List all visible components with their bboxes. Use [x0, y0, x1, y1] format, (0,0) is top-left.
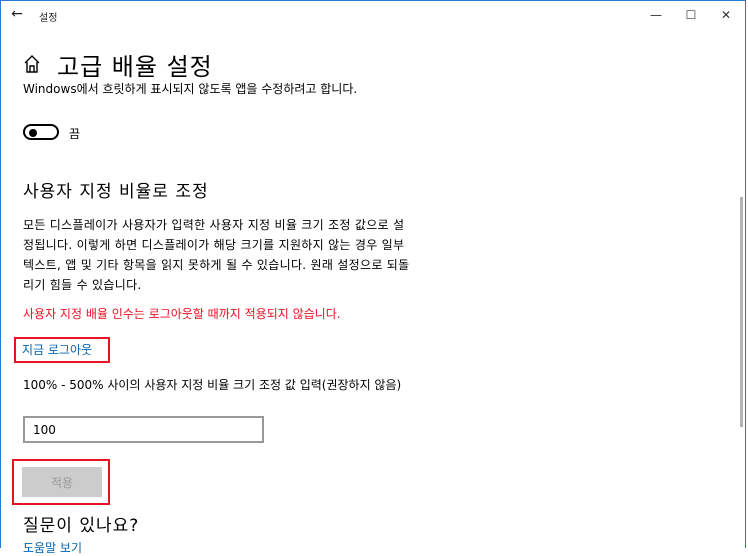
page-title: 고급 배율 설정: [57, 52, 213, 81]
maximize-button[interactable]: ☐: [674, 1, 708, 29]
custom-scaling-description: 모든 디스플레이가 사용자가 입력한 사용자 지정 비율 크기 조정 값으로 설…: [23, 218, 410, 292]
scale-range-label: 100% - 500% 사이의 사용자 지정 비율 크기 조정 값 입력(권장하…: [23, 378, 402, 392]
toggle-state-label: 끔: [69, 127, 81, 141]
apply-button[interactable]: 적용: [22, 467, 102, 497]
app-title: 설정: [39, 13, 58, 24]
back-button[interactable]: ←: [5, 3, 29, 25]
toggle-knob: [29, 129, 37, 137]
settings-window: ← 설정 — ☐ ✕ 고급 배율 설정 Windows에서 흐릿하게 표시되지 …: [0, 0, 747, 555]
fix-apps-toggle[interactable]: [23, 124, 59, 140]
close-button[interactable]: ✕: [709, 1, 743, 29]
help-heading: 질문이 있나요?: [23, 516, 140, 536]
fix-apps-description: Windows에서 흐릿하게 표시되지 않도록 앱을 수정하려고 합니다.: [23, 82, 358, 96]
title-bar: ← 설정 — ☐ ✕: [1, 1, 747, 31]
minimize-button[interactable]: —: [639, 1, 673, 29]
custom-scaling-heading: 사용자 지정 비율로 조정: [23, 182, 209, 202]
signout-warning: 사용자 지정 배율 인수는 로그아웃할 때까지 적용되지 않습니다.: [23, 307, 341, 321]
scrollbar[interactable]: [740, 197, 743, 427]
page-header: 고급 배율 설정: [23, 47, 213, 81]
signout-link[interactable]: 지금 로그아웃: [22, 341, 92, 358]
custom-scale-input[interactable]: [23, 416, 264, 443]
home-icon: [24, 55, 40, 73]
